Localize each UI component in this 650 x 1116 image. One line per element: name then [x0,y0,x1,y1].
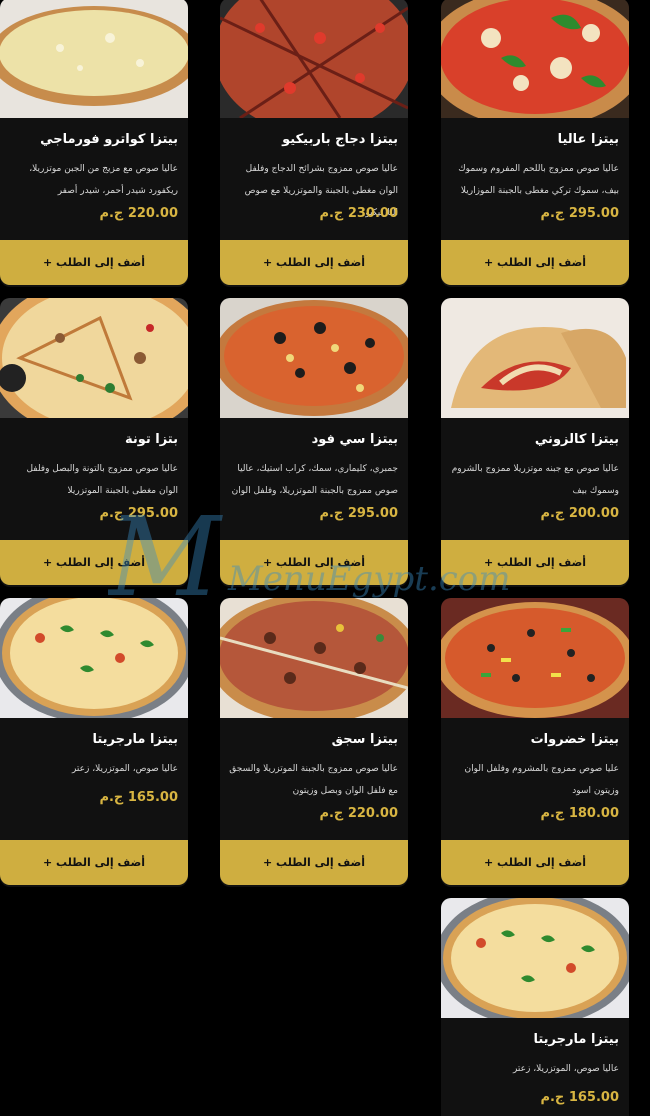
card-description: عاليا صوص ممزوج بالتونة والبصل وفلفل الو… [26,464,178,496]
card-price: 180.00 ج.م [540,806,619,821]
card-price: 165.00 ج.م [99,790,178,805]
menu-card-seafood: بيتزا سي فود جمبري، كليماري، سمك، كراب ا… [220,298,408,587]
card-title: بتزا تونة [124,432,178,447]
card-title: بيتزا دجاج باربيكيو [282,132,398,147]
add-to-order-button[interactable]: أضف إلى الطلب + [441,840,629,885]
menu-card-tuna: بتزا تونة عاليا صوص ممزوج بالتونة والبصل… [0,298,188,587]
card-price: 230.00 ج.م [319,206,398,221]
menu-card-margherita-2: بيتزا مارجريتا عاليا صوص، الموتزريلا، زع… [441,898,629,1116]
pizza-tuna-image [0,298,188,418]
menu-card-sausage: بيتزا سجق عاليا صوص ممزوج بالجبنة الموتز… [220,598,408,887]
card-description: عاليا صوص ممزوج بالجبنة الموتزريلا والسج… [229,764,398,796]
card-title: بيتزا خضروات [530,732,619,747]
add-to-order-button[interactable]: أضف إلى الطلب + [0,240,188,285]
card-price: 200.00 ج.م [540,506,619,521]
pizza-margherita-image [441,898,629,1018]
card-title: بيتزا مارجريتا [92,732,178,747]
card-price: 295.00 ج.م [540,206,619,221]
pizza-alia-image [441,0,629,118]
menu-card-margherita: بيتزا مارجريتا عاليا صوص، الموتزريلا، زع… [0,598,188,887]
card-description: عاليا صوص، الموتزريلا، زعتر [71,764,178,774]
card-description: عليا صوص ممزوج بالمشروم وفلفل الوان وزيت… [464,764,619,796]
card-description: جمبري، كليماري، سمك، كراب استيك، عاليا ص… [231,464,398,496]
add-to-order-button[interactable]: أضف إلى الطلب + [0,840,188,885]
card-title: بيتزا سي فود [311,432,398,447]
add-to-order-button[interactable]: أضف إلى الطلب + [220,540,408,585]
card-title: بيتزا سجق [331,732,398,747]
card-price: 220.00 ج.م [99,206,178,221]
menu-card-calzone: بيتزا كالزوني عاليا صوص مع جبنه موتزريلا… [441,298,629,587]
menu-card-alia: بيتزا عاليا عاليا صوص ممزوج باللحم المفر… [441,0,629,287]
pizza-quattro-formaggi-image [0,0,188,118]
add-to-order-button[interactable]: أضف إلى الطلب + [220,840,408,885]
card-price: 295.00 ج.م [99,506,178,521]
card-description: عاليا صوص مع مزيج من الجبن موتزريلا، ريك… [29,164,178,196]
pizza-sausage-image [220,598,408,718]
menu-card-quattro-formaggi: بيتزا كواترو فورماجي عاليا صوص مع مزيج م… [0,0,188,287]
card-description: عاليا صوص مع جبنه موتزريلا ممزوج بالشروم… [451,464,619,496]
pizza-bbq-chicken-image [220,0,408,118]
card-title: بيتزا كالزوني [534,432,619,447]
pizza-seafood-image [220,298,408,418]
pizza-vegetables-image [441,598,629,718]
card-price: 165.00 ج.م [540,1090,619,1105]
card-price: 295.00 ج.م [319,506,398,521]
add-to-order-button[interactable]: أضف إلى الطلب + [441,240,629,285]
card-title: بيتزا عاليا [557,132,619,147]
card-title: بيتزا مارجريتا [533,1032,619,1047]
card-price: 220.00 ج.م [319,806,398,821]
card-description: عاليا صوص، الموتزريلا، زعتر [512,1064,619,1074]
add-to-order-button[interactable]: أضف إلى الطلب + [0,540,188,585]
pizza-margherita-image [0,598,188,718]
menu-card-bbq-chicken: بيتزا دجاج باربيكيو عاليا صوص ممزوج بشرا… [220,0,408,287]
card-description: عاليا صوص ممزوج باللحم المفروم وسموك بيف… [458,164,619,196]
card-title: بيتزا كواترو فورماجي [40,132,178,147]
add-to-order-button[interactable]: أضف إلى الطلب + [441,540,629,585]
add-to-order-button[interactable]: أضف إلى الطلب + [220,240,408,285]
menu-card-vegetables: بيتزا خضروات عليا صوص ممزوج بالمشروم وفل… [441,598,629,887]
pizza-calzone-image [441,298,629,418]
